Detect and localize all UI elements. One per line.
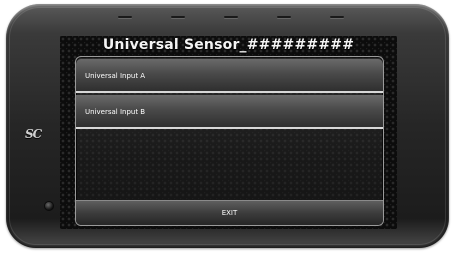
menu-item-universal-input-b[interactable]: Universal Input B bbox=[76, 95, 383, 129]
vent-slot bbox=[330, 16, 344, 18]
screen-title: Universal Sensor_######### bbox=[102, 37, 355, 53]
vent-slot bbox=[118, 16, 132, 18]
menu-item-label: Universal Input B bbox=[85, 108, 146, 116]
menu-item-label: Universal Input A bbox=[85, 72, 146, 80]
vent-slot bbox=[277, 16, 291, 18]
brand-logo-text: SC bbox=[25, 127, 42, 141]
menu-empty-area bbox=[76, 131, 383, 196]
vent-slot bbox=[224, 16, 238, 18]
menu-panel: Universal Input A Universal Input B EXIT bbox=[75, 56, 384, 226]
light-sensor-icon bbox=[45, 202, 53, 210]
menu-item-universal-input-a[interactable]: Universal Input A bbox=[76, 59, 383, 93]
brand-logo-icon: SC bbox=[25, 127, 47, 143]
vent-slot bbox=[171, 16, 185, 18]
exit-button-label: EXIT bbox=[221, 209, 238, 217]
exit-button[interactable]: EXIT bbox=[76, 200, 383, 225]
device-screen: Universal Sensor_######### Universal Inp… bbox=[60, 36, 397, 229]
